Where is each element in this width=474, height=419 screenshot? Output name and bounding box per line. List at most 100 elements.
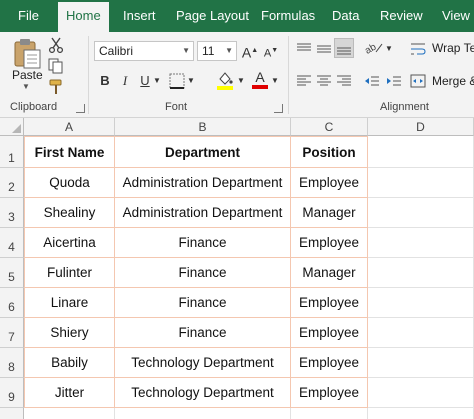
table-cell[interactable]: Shealiny: [24, 198, 115, 228]
grow-font-icon[interactable]: A▲: [241, 42, 259, 61]
table-cell[interactable]: Finance: [115, 258, 291, 288]
fill-color-dropdown-icon[interactable]: ▼: [236, 72, 246, 90]
column-header-b[interactable]: B: [115, 118, 291, 136]
table-cell[interactable]: Manager: [291, 198, 368, 228]
column-header-d[interactable]: D: [368, 118, 474, 136]
empty-cell[interactable]: [368, 348, 474, 378]
empty-cell[interactable]: [368, 228, 474, 258]
empty-cell[interactable]: [368, 198, 474, 228]
row-header-6[interactable]: 6: [0, 288, 24, 318]
column-header-a[interactable]: A: [24, 118, 115, 136]
row-header-8[interactable]: 8: [0, 348, 24, 378]
empty-cell[interactable]: [24, 408, 115, 419]
table-header-cell[interactable]: Position: [291, 136, 368, 168]
borders-dropdown-icon[interactable]: ▼: [186, 72, 196, 90]
table-cell[interactable]: Technology Department: [115, 378, 291, 408]
table-header-cell[interactable]: Department: [115, 136, 291, 168]
row-header-4[interactable]: 4: [0, 228, 24, 258]
table-cell[interactable]: Manager: [291, 258, 368, 288]
font-size-select[interactable]: 11 ▼: [197, 41, 237, 61]
table-cell[interactable]: Employee: [291, 318, 368, 348]
empty-cell[interactable]: [368, 408, 474, 419]
row-header-1[interactable]: 1: [0, 136, 24, 168]
wrap-text-button[interactable]: Wrap Te: [432, 41, 474, 55]
table-cell[interactable]: Employee: [291, 168, 368, 198]
row-header-2[interactable]: 2: [0, 168, 24, 198]
table-cell[interactable]: Employee: [291, 288, 368, 318]
row-header-7[interactable]: 7: [0, 318, 24, 348]
font-color-dropdown-icon[interactable]: ▼: [270, 72, 280, 90]
cut-icon[interactable]: [48, 37, 64, 53]
empty-cell[interactable]: [368, 378, 474, 408]
empty-cell[interactable]: [368, 136, 474, 168]
align-left-icon[interactable]: [296, 74, 312, 88]
table-cell[interactable]: Quoda: [24, 168, 115, 198]
tab-review[interactable]: Review: [380, 0, 423, 32]
table-cell[interactable]: Employee: [291, 348, 368, 378]
clipboard-dialog-launcher-icon[interactable]: [76, 104, 85, 113]
middle-align-icon[interactable]: [316, 42, 332, 56]
tab-view[interactable]: View: [442, 0, 470, 32]
top-align-icon[interactable]: [296, 42, 312, 56]
table-cell[interactable]: Administration Department: [115, 198, 291, 228]
merge-center-button[interactable]: Merge &: [432, 74, 474, 88]
align-center-icon[interactable]: [316, 74, 332, 88]
table-cell[interactable]: Employee: [291, 228, 368, 258]
tab-file[interactable]: File: [18, 0, 39, 32]
column-header-c[interactable]: C: [291, 118, 368, 136]
tab-home[interactable]: Home: [58, 2, 109, 32]
empty-cell[interactable]: [368, 168, 474, 198]
empty-cell[interactable]: [368, 288, 474, 318]
borders-icon[interactable]: [169, 73, 185, 89]
tab-data[interactable]: Data: [332, 0, 359, 32]
table-cell[interactable]: Aicertina: [24, 228, 115, 258]
chevron-down-icon: ▼: [182, 46, 190, 55]
table-cell[interactable]: Administration Department: [115, 168, 291, 198]
merge-center-icon[interactable]: [410, 73, 426, 89]
table-cell[interactable]: Finance: [115, 318, 291, 348]
row-header-3[interactable]: 3: [0, 198, 24, 228]
select-all-button[interactable]: [0, 118, 24, 136]
shrink-font-icon[interactable]: A▼: [262, 42, 280, 60]
empty-cell[interactable]: [368, 318, 474, 348]
table-cell[interactable]: Technology Department: [115, 348, 291, 378]
underline-dropdown-icon[interactable]: ▼: [152, 72, 162, 90]
table-cell[interactable]: Fulinter: [24, 258, 115, 288]
table-cell[interactable]: Jitter: [24, 378, 115, 408]
row-header-5[interactable]: 5: [0, 258, 24, 288]
orientation-icon[interactable]: ab: [364, 41, 384, 55]
format-painter-icon[interactable]: [48, 79, 64, 95]
paste-button-label[interactable]: Paste: [12, 68, 43, 82]
empty-cell[interactable]: [291, 408, 368, 419]
table-cell[interactable]: Linare: [24, 288, 115, 318]
font-dialog-launcher-icon[interactable]: [274, 104, 283, 113]
tab-formulas[interactable]: Formulas: [261, 0, 315, 32]
row-header-9[interactable]: 9: [0, 378, 24, 408]
paste-icon[interactable]: [12, 38, 42, 70]
bottom-align-icon[interactable]: [334, 38, 354, 58]
align-right-icon[interactable]: [336, 74, 352, 88]
italic-button[interactable]: I: [116, 72, 134, 90]
fill-color-icon[interactable]: [216, 70, 234, 90]
worksheet-grid[interactable]: A B C D 1 2 3 4 5 6 7 8 9 First Name Dep…: [0, 118, 474, 419]
font-name-select[interactable]: Calibri ▼: [94, 41, 194, 61]
tab-page-layout[interactable]: Page Layout: [176, 0, 249, 32]
table-cell[interactable]: Finance: [115, 288, 291, 318]
paste-dropdown-icon[interactable]: ▼: [22, 82, 30, 91]
tab-insert[interactable]: Insert: [123, 0, 156, 32]
table-cell[interactable]: Shiery: [24, 318, 115, 348]
font-color-icon[interactable]: A: [252, 70, 268, 89]
table-cell[interactable]: Finance: [115, 228, 291, 258]
increase-indent-icon[interactable]: [386, 74, 402, 88]
table-cell[interactable]: Babily: [24, 348, 115, 378]
bold-button[interactable]: B: [96, 72, 114, 90]
table-header-cell[interactable]: First Name: [24, 136, 115, 168]
decrease-indent-icon[interactable]: [364, 74, 380, 88]
copy-icon[interactable]: [48, 58, 64, 74]
table-cell[interactable]: Employee: [291, 378, 368, 408]
row-header-10[interactable]: [0, 408, 24, 419]
wrap-text-icon[interactable]: [410, 42, 426, 56]
empty-cell[interactable]: [368, 258, 474, 288]
orientation-dropdown-icon[interactable]: ▼: [384, 40, 394, 58]
empty-cell[interactable]: [115, 408, 291, 419]
